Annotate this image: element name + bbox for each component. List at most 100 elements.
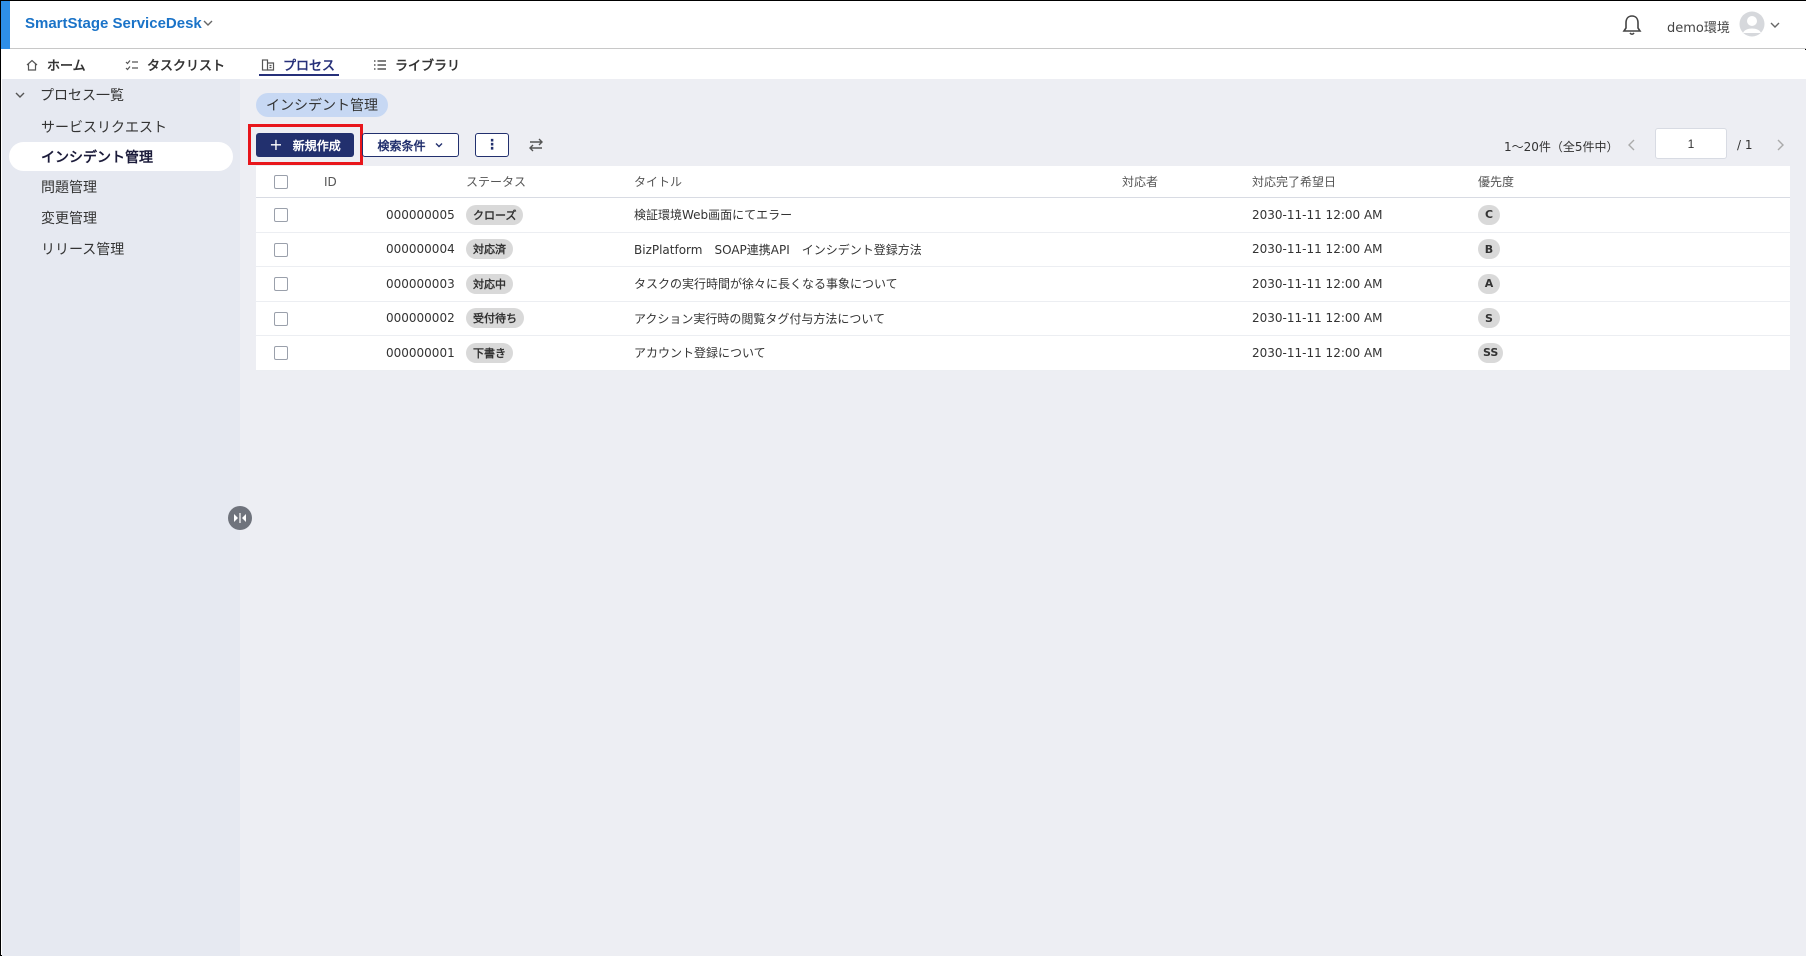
row-checkbox[interactable] — [274, 208, 288, 222]
table-row[interactable]: 000000002 受付待ち アクション実行時の閲覧タグ付与方法について 203… — [256, 302, 1790, 336]
select-all-checkbox[interactable] — [274, 175, 288, 189]
chevron-down-icon[interactable] — [201, 16, 215, 30]
row-checkbox[interactable] — [274, 277, 288, 291]
new-create-label: 新規作成 — [292, 138, 341, 153]
tab-label: ホーム — [47, 59, 86, 74]
header-due-date[interactable]: 対応完了希望日 — [1252, 166, 1336, 197]
header-priority[interactable]: 優先度 — [1478, 166, 1514, 197]
priority-badge: C — [1478, 204, 1500, 225]
status-badge: 受付待ち — [466, 308, 524, 329]
sidebar-collapse-handle[interactable] — [228, 506, 252, 530]
sidebar-item-label: リリース管理 — [41, 241, 125, 258]
row-id: 000000004 — [386, 242, 455, 257]
row-checkbox[interactable] — [274, 242, 288, 257]
sidebar-item-incident[interactable]: インシデント管理 — [9, 142, 233, 171]
header-status[interactable]: ステータス — [466, 166, 526, 197]
header-title[interactable]: タイトル — [634, 166, 682, 197]
process-icon — [261, 58, 275, 71]
app-title[interactable]: SmartStage ServiceDesk — [25, 15, 202, 32]
search-conditions-button[interactable]: 検索条件 — [362, 133, 459, 157]
sidebar-item-release[interactable]: リリース管理 — [9, 234, 233, 263]
process-list-header[interactable]: プロセス一覧 — [14, 85, 124, 105]
priority-badge: A — [1478, 273, 1500, 294]
table-row[interactable]: 000000001 下書き アカウント登録について 2030-11-11 12:… — [256, 336, 1790, 371]
row-id: 000000002 — [386, 311, 455, 326]
status-badge: 下書き — [466, 342, 513, 363]
status-cell: 対応済 — [466, 233, 513, 267]
sidebar-item-change[interactable]: 変更管理 — [9, 203, 233, 232]
priority-cell: A — [1478, 267, 1500, 301]
main-content: インシデント管理 + 新規作成 検索条件 ⋮ 1〜20件（全5件中） / 1 — [240, 79, 1806, 956]
table-header: ID ステータス タイトル 対応者 対応完了希望日 優先度 — [256, 166, 1790, 198]
row-checkbox[interactable] — [274, 346, 288, 360]
sidebar-item-label: サービスリクエスト — [41, 119, 167, 136]
page-total: / 1 — [1737, 138, 1753, 152]
row-id: 000000001 — [386, 345, 455, 360]
status-badge: 対応済 — [466, 239, 513, 260]
sidebar-item-service-request[interactable]: サービスリクエスト — [9, 112, 233, 141]
table-row[interactable]: 000000004 対応済 BizPlatform SOAP連携API インシデ… — [256, 233, 1790, 267]
chevron-down-icon — [435, 143, 442, 148]
status-cell: 受付待ち — [466, 302, 524, 336]
status-cell: 対応中 — [466, 267, 513, 301]
tab-process[interactable]: プロセス — [258, 50, 340, 79]
chevron-left-icon[interactable] — [1625, 138, 1639, 152]
tab-home[interactable]: ホーム — [25, 50, 86, 79]
row-title[interactable]: アカウント登録について — [634, 336, 766, 370]
row-due-date: 2030-11-11 12:00 AM — [1252, 311, 1383, 326]
sidebar-item-label: インシデント管理 — [41, 149, 153, 166]
sidebar-item-problem[interactable]: 問題管理 — [9, 172, 233, 201]
priority-badge: S — [1478, 308, 1500, 329]
tab-label: ライブラリ — [395, 59, 461, 74]
row-due-date: 2030-11-11 12:00 AM — [1252, 276, 1383, 291]
breadcrumb: インシデント管理 — [256, 93, 388, 117]
header-accent-bar — [1, 1, 10, 49]
more-options-button[interactable]: ⋮ — [475, 133, 509, 157]
tab-label: タスクリスト — [147, 59, 226, 74]
status-badge: 対応中 — [466, 273, 513, 294]
row-title[interactable]: タスクの実行時間が徐々に長くなる事象について — [634, 267, 898, 301]
sidebar-item-label: 問題管理 — [41, 179, 97, 196]
row-id: 000000003 — [386, 276, 455, 291]
table-row[interactable]: 000000003 対応中 タスクの実行時間が徐々に長くなる事象について 203… — [256, 267, 1790, 302]
breadcrumb-label: インシデント管理 — [266, 98, 378, 114]
header-assignee[interactable]: 対応者 — [1122, 166, 1158, 197]
collapse-toggle-icon — [234, 513, 246, 523]
priority-cell: C — [1478, 198, 1500, 232]
row-due-date: 2030-11-11 12:00 AM — [1252, 207, 1383, 222]
chevron-down-icon[interactable] — [1769, 19, 1781, 31]
user-avatar-icon[interactable] — [1739, 11, 1765, 37]
row-title[interactable]: 検証環境Web画面にてエラー — [634, 198, 792, 232]
more-vertical-icon: ⋮ — [485, 137, 499, 153]
row-due-date: 2030-11-11 12:00 AM — [1252, 345, 1383, 360]
bell-icon[interactable] — [1621, 13, 1643, 37]
row-id: 000000005 — [386, 207, 455, 222]
priority-badge: B — [1478, 239, 1500, 260]
page-number-input[interactable] — [1655, 128, 1727, 159]
pagination-info: 1〜20件（全5件中） — [1504, 140, 1619, 154]
swap-icon[interactable] — [527, 136, 545, 154]
plus-icon: + — [269, 135, 283, 154]
environment-name[interactable]: demo環境 — [1667, 17, 1730, 36]
row-title[interactable]: BizPlatform SOAP連携API インシデント登録方法 — [634, 233, 922, 267]
incident-table: ID ステータス タイトル 対応者 対応完了希望日 優先度 000000005 … — [256, 166, 1790, 371]
search-conditions-label: 検索条件 — [377, 138, 426, 153]
header-id[interactable]: ID — [324, 166, 337, 197]
priority-cell: S — [1478, 302, 1500, 336]
table-row[interactable]: 000000005 クローズ 検証環境Web画面にてエラー 2030-11-11… — [256, 198, 1790, 233]
tab-library[interactable]: ライブラリ — [373, 50, 460, 79]
app-header: SmartStage ServiceDesk demo環境 — [1, 1, 1806, 49]
status-badge: クローズ — [466, 204, 524, 225]
tab-label: プロセス — [283, 59, 336, 74]
list-icon — [374, 59, 386, 70]
row-due-date: 2030-11-11 12:00 AM — [1252, 242, 1383, 257]
sidebar-header-label: プロセス一覧 — [40, 88, 124, 104]
checklist-icon — [125, 59, 138, 70]
chevron-right-icon[interactable] — [1773, 138, 1787, 152]
new-create-button[interactable]: + 新規作成 — [256, 133, 354, 157]
status-cell: クローズ — [466, 198, 524, 232]
chevron-down-icon[interactable] — [14, 89, 26, 101]
tab-tasklist[interactable]: タスクリスト — [125, 50, 225, 79]
row-title[interactable]: アクション実行時の閲覧タグ付与方法について — [634, 302, 885, 336]
row-checkbox[interactable] — [274, 311, 288, 326]
